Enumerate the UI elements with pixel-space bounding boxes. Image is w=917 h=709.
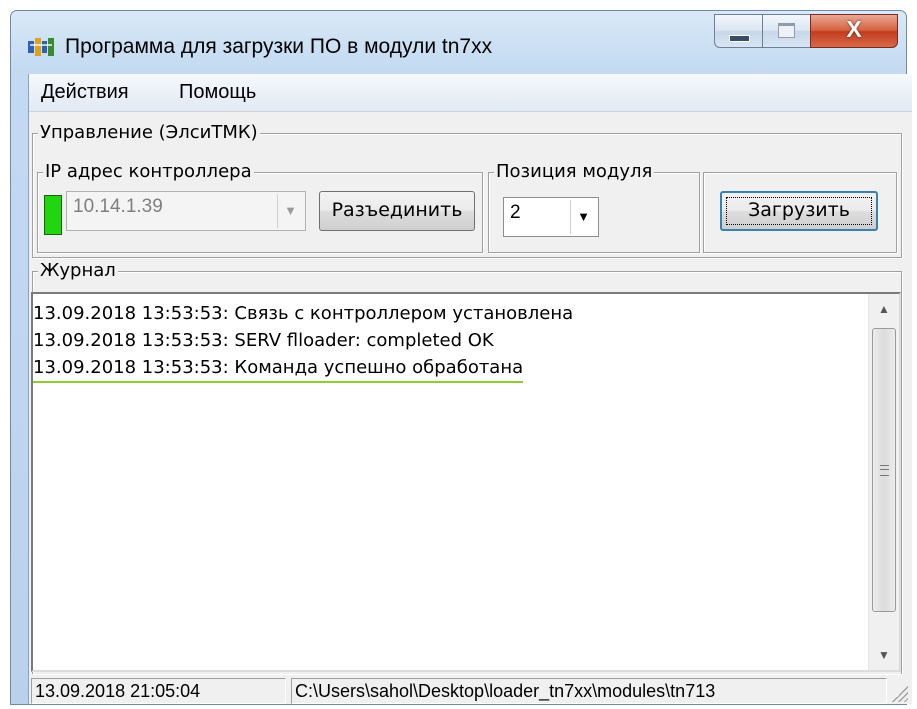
- menu-bar: Действия Помощь: [29, 74, 912, 112]
- grip-icon: [880, 465, 889, 476]
- close-icon: X: [846, 16, 862, 42]
- chevron-down-icon[interactable]: ▼: [277, 194, 303, 228]
- status-path: C:\Users\sahol\Desktop\loader_tn7xx\modu…: [291, 678, 887, 704]
- ip-groupbox: IP адрес контроллера 10.14.1.39 ▼ Разъед…: [37, 161, 483, 253]
- log-line: 13.09.2018 13:53:53: Команда успешно обр…: [33, 354, 524, 383]
- journal-log[interactable]: 13.09.2018 13:53:53: Связь с контроллеро…: [31, 292, 901, 672]
- load-button[interactable]: Загрузить: [720, 191, 878, 231]
- ip-address-value: 10.14.1.39: [73, 196, 163, 217]
- client-area: Действия Помощь Управление (ЭлсиТМК) IP …: [28, 74, 912, 704]
- maximize-icon: [778, 23, 795, 38]
- resize-grip-icon[interactable]: [892, 686, 908, 702]
- control-group-label: Управление (ЭлсиТМК): [38, 122, 260, 143]
- control-groupbox: Управление (ЭлсиТМК) IP адрес контроллер…: [32, 122, 902, 258]
- disconnect-button[interactable]: Разъединить: [319, 191, 475, 231]
- minimize-button[interactable]: [714, 14, 763, 48]
- log-line: 13.09.2018 13:53:53: Связь с контроллеро…: [33, 303, 574, 324]
- menu-actions[interactable]: Действия: [41, 81, 129, 104]
- menu-help[interactable]: Помощь: [179, 81, 256, 104]
- scrollbar-thumb[interactable]: [872, 328, 896, 612]
- module-position-value: 2: [510, 202, 521, 223]
- title-bar[interactable]: Программа для загрузки ПО в модули tn7xx…: [11, 11, 906, 73]
- scroll-up-icon[interactable]: ▲: [869, 294, 899, 324]
- journal-lines: 13.09.2018 13:53:53: Связь с контроллеро…: [33, 300, 573, 383]
- scroll-down-icon[interactable]: ▼: [869, 640, 899, 670]
- position-group-label: Позиция модуля: [494, 161, 655, 182]
- chevron-down-icon[interactable]: ▼: [570, 200, 596, 234]
- disconnect-button-label: Разъединить: [331, 199, 463, 221]
- app-window: Программа для загрузки ПО в модули tn7xx…: [10, 10, 912, 705]
- connection-status-indicator: [44, 195, 62, 235]
- ip-address-combobox[interactable]: 10.14.1.39 ▼: [66, 191, 306, 231]
- minimize-icon: [729, 35, 750, 42]
- ip-group-label: IP адрес контроллера: [43, 161, 254, 182]
- maximize-button[interactable]: [762, 14, 811, 48]
- focus-ring: [726, 197, 872, 225]
- close-button[interactable]: X: [810, 14, 898, 48]
- module-position-combobox[interactable]: 2 ▼: [503, 197, 599, 237]
- app-icon: [28, 38, 54, 56]
- journal-group-label: Журнал: [38, 260, 118, 281]
- status-datetime: 13.09.2018 21:05:04: [31, 678, 286, 704]
- log-line: 13.09.2018 13:53:53: SERV flloader: comp…: [33, 330, 494, 351]
- window-title: Программа для загрузки ПО в модули tn7xx: [65, 35, 493, 58]
- position-groupbox: Позиция модуля 2 ▼: [488, 161, 700, 253]
- load-groupbox: Загрузить: [703, 172, 897, 253]
- journal-scrollbar[interactable]: ▲ ▼: [868, 294, 899, 670]
- status-bar: 13.09.2018 21:05:04 C:\Users\sahol\Deskt…: [29, 674, 912, 704]
